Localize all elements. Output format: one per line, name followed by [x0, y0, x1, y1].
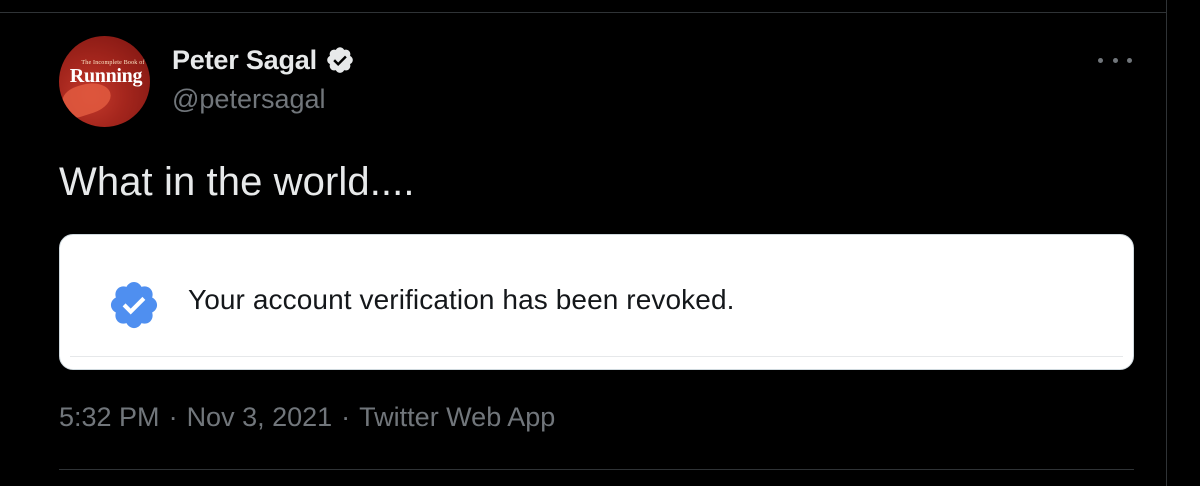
tweet-source[interactable]: Twitter Web App — [359, 402, 555, 433]
avatar-title: Running — [69, 65, 143, 87]
author-name-row[interactable]: Peter Sagal — [172, 42, 355, 78]
right-divider — [1166, 0, 1167, 486]
avatar[interactable]: The Incomplete Book of Running — [59, 36, 150, 127]
tweet-meta: 5:32 PM · Nov 3, 2021 · Twitter Web App — [59, 402, 555, 433]
more-horizontal-icon[interactable] — [1098, 48, 1132, 72]
media-card[interactable]: Your account verification has been revok… — [59, 234, 1134, 370]
author-handle[interactable]: @petersagal — [172, 84, 326, 115]
tweet-container: The Incomplete Book of Running Peter Sag… — [0, 0, 1200, 486]
card-inner-divider — [70, 356, 1123, 357]
meta-separator: · — [168, 402, 178, 432]
more-dot — [1127, 57, 1132, 63]
meta-separator: · — [341, 402, 351, 432]
verified-badge-icon — [107, 278, 161, 332]
author-display-name[interactable]: Peter Sagal — [172, 45, 317, 76]
more-dot — [1112, 57, 1118, 63]
tweet-time[interactable]: 5:32 PM — [59, 402, 160, 433]
tweet-date[interactable]: Nov 3, 2021 — [187, 402, 333, 433]
top-divider — [0, 12, 1166, 13]
more-dot — [1098, 57, 1103, 63]
verification-notice-text: Your account verification has been revok… — [188, 284, 735, 315]
bottom-divider — [59, 469, 1134, 470]
verified-checkmark-icon — [325, 45, 355, 75]
tweet-text: What in the world.... — [59, 160, 415, 204]
